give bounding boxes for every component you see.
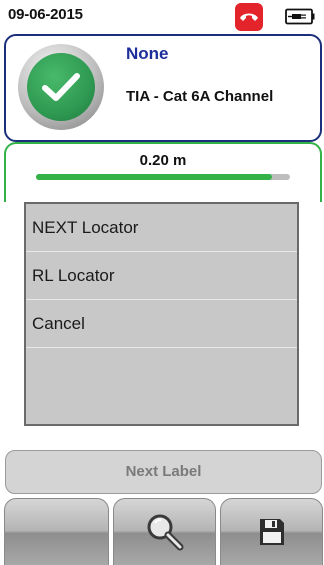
menu-item-rl-locator[interactable]: RL Locator [26,252,297,300]
softkey-left-button[interactable] [4,498,109,565]
result-card[interactable]: None TIA - Cat 6A Channel [4,34,322,142]
pass-badge [18,44,104,130]
date-label: 09-06-2015 [8,6,83,23]
locator-menu: NEXT Locator RL Locator Cancel [24,202,299,426]
save-icon [259,519,284,545]
phone-hangup-icon [235,3,263,31]
zoom-button[interactable] [113,498,216,565]
status-bar: 09-06-2015 [0,0,324,34]
length-card[interactable]: 0.20 m [4,142,322,202]
battery-plug-icon [285,8,315,25]
length-bar [36,174,290,180]
length-bar-fill [36,174,273,180]
result-title: None [126,44,169,63]
menu-item-cancel[interactable]: Cancel [26,300,297,348]
magnifier-icon [147,514,183,551]
length-value: 0.20 m [139,152,187,169]
check-icon [27,53,95,121]
save-button[interactable] [220,498,323,565]
next-label-button[interactable]: Next Label [5,450,322,494]
menu-item-next-locator[interactable]: NEXT Locator [26,204,297,252]
test-limit-label: TIA - Cat 6A Channel [126,88,274,105]
